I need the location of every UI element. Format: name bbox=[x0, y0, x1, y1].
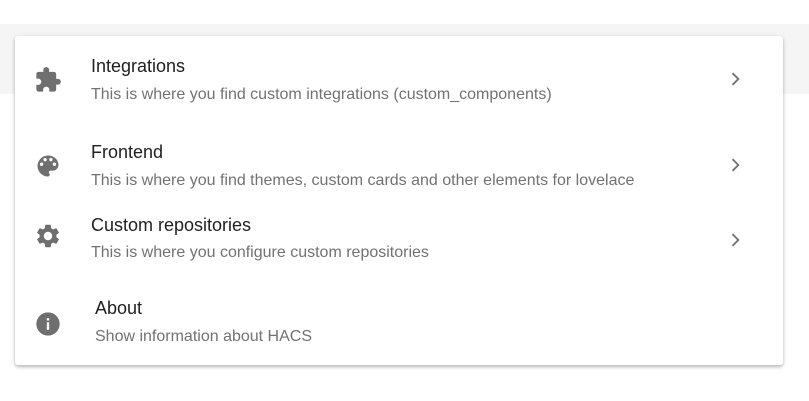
menu-item-description: Show information about HACS bbox=[95, 328, 312, 345]
menu-item-title: Frontend bbox=[91, 142, 164, 162]
menu-item-title: Integrations bbox=[91, 56, 186, 76]
info-icon bbox=[34, 310, 62, 338]
menu-item-title: Custom repositories bbox=[91, 215, 252, 235]
menu-item-description: This is where you find custom integratio… bbox=[91, 86, 552, 103]
menu-item-title: About bbox=[95, 298, 143, 318]
palette-icon bbox=[34, 152, 62, 180]
chevron-right-icon bbox=[725, 155, 745, 175]
menu-item-custom-repositories[interactable]: Custom repositories This is where you co… bbox=[15, 215, 783, 271]
menu-item-about[interactable]: About Show information about HACS bbox=[15, 298, 783, 354]
menu-item-integrations[interactable]: Integrations This is where you find cust… bbox=[15, 56, 783, 112]
puzzle-icon bbox=[34, 66, 62, 94]
menu-item-frontend[interactable]: Frontend This is where you find themes, … bbox=[15, 142, 783, 198]
menu-item-description: This is where you configure custom repos… bbox=[91, 244, 429, 261]
chevron-right-icon bbox=[725, 69, 745, 89]
menu-item-description: This is where you find themes, custom ca… bbox=[91, 172, 635, 189]
hacs-menu-card: Integrations This is where you find cust… bbox=[15, 36, 783, 365]
chevron-right-icon bbox=[725, 230, 745, 250]
gear-icon bbox=[34, 222, 62, 250]
